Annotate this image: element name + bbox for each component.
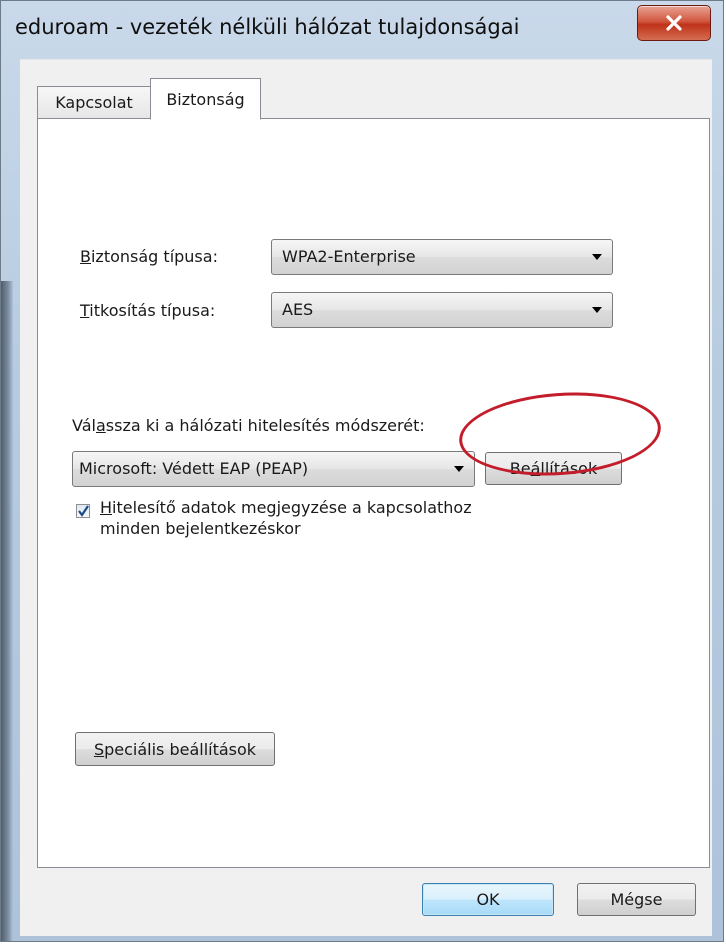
encryption-type-dropdown[interactable]: AES: [271, 292, 613, 328]
properties-window: eduroam - vezeték nélküli hálózat tulajd…: [0, 0, 724, 942]
chevron-down-icon: [592, 254, 602, 260]
remember-credentials-label-line1: Hitelesítő adatok megjegyzése a kapcsola…: [100, 498, 472, 517]
tab-kapcsolat[interactable]: Kapcsolat: [37, 86, 151, 118]
auth-method-dropdown[interactable]: Microsoft: Védett EAP (PEAP): [72, 451, 475, 487]
tab-biztonsag[interactable]: Biztonság: [150, 78, 261, 120]
auth-method-value: Microsoft: Védett EAP (PEAP): [79, 459, 309, 478]
advanced-settings-label: Speciális beállítások: [93, 739, 257, 759]
security-type-label: Biztonság típusa:: [80, 247, 218, 266]
encryption-type-value: AES: [282, 300, 314, 319]
tab-label: Kapcsolat: [55, 93, 133, 112]
ok-button-label: OK: [476, 890, 500, 909]
settings-button-label: Beállítások: [509, 459, 598, 478]
cancel-button-label: Mégse: [610, 890, 663, 909]
dialog-client-area: Kapcsolat Biztonság Biztonság típusa: WP…: [20, 59, 712, 936]
close-icon: [666, 15, 682, 31]
title-bar[interactable]: eduroam - vezeték nélküli hálózat tulajd…: [1, 1, 723, 59]
close-button[interactable]: [637, 5, 711, 41]
remember-credentials-label-line2: minden bejelentkezéskor: [100, 519, 301, 538]
security-tab-panel: Biztonság típusa: WPA2-Enterprise Titkos…: [37, 118, 710, 868]
cancel-button[interactable]: Mégse: [577, 883, 696, 916]
chevron-down-icon: [454, 466, 464, 472]
remember-credentials-checkbox[interactable]: [76, 504, 90, 518]
encryption-type-label: Titkosítás típusa:: [80, 301, 216, 320]
auth-method-label: Válassza ki a hálózati hitelesítés módsz…: [72, 416, 425, 435]
security-type-value: WPA2-Enterprise: [282, 247, 416, 266]
chevron-down-icon: [592, 307, 602, 313]
checkmark-icon: [78, 505, 89, 517]
window-frame-shadow: [1, 281, 13, 941]
advanced-settings-button[interactable]: Speciális beállítások: [75, 732, 275, 766]
tab-label: Biztonság: [166, 89, 245, 109]
window-title: eduroam - vezeték nélküli hálózat tulajd…: [15, 15, 520, 39]
ok-button[interactable]: OK: [422, 883, 554, 916]
security-type-dropdown[interactable]: WPA2-Enterprise: [271, 239, 613, 275]
settings-button[interactable]: Beállítások: [485, 452, 622, 485]
